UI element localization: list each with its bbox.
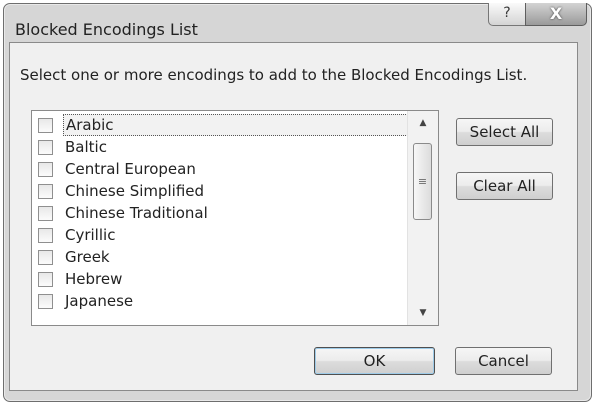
encoding-label: Cyrillic xyxy=(65,226,116,244)
encoding-item-central-european[interactable]: Central European xyxy=(36,158,406,180)
encoding-item-cyrillic[interactable]: Cyrillic xyxy=(36,224,406,246)
encoding-checkbox[interactable] xyxy=(38,206,53,221)
clear-all-button[interactable]: Clear All xyxy=(456,172,553,200)
encoding-label: Hebrew xyxy=(65,270,123,288)
ok-button[interactable]: OK xyxy=(314,347,435,375)
select-all-button[interactable]: Select All xyxy=(456,118,553,146)
dialog-title: Blocked Encodings List xyxy=(15,20,198,39)
encoding-checkbox[interactable] xyxy=(38,140,53,155)
cancel-button[interactable]: Cancel xyxy=(455,347,552,375)
encoding-checkbox[interactable] xyxy=(38,184,53,199)
encoding-item-baltic[interactable]: Baltic xyxy=(36,136,406,158)
encoding-label: Baltic xyxy=(65,138,107,156)
title-bar: Blocked Encodings List ? X xyxy=(4,3,591,46)
encoding-label: Japanese xyxy=(65,292,134,310)
help-icon: ? xyxy=(503,5,511,21)
encoding-label: Arabic xyxy=(63,114,410,136)
close-button[interactable]: X xyxy=(525,3,587,26)
encoding-label: Greek xyxy=(65,248,110,266)
encoding-label: Central European xyxy=(65,160,196,178)
encoding-checkbox[interactable] xyxy=(38,250,53,265)
encodings-listbox[interactable]: Arabic Baltic Central European Chinese S… xyxy=(31,110,439,326)
encoding-item-chinese-traditional[interactable]: Chinese Traditional xyxy=(36,202,406,224)
encoding-item-hebrew[interactable]: Hebrew xyxy=(36,268,406,290)
encoding-label: Chinese Simplified xyxy=(65,182,205,200)
scroll-down-arrow-icon[interactable]: ▼ xyxy=(408,301,438,325)
encoding-item-japanese[interactable]: Japanese xyxy=(36,290,406,312)
grip-icon: ≡ xyxy=(417,175,428,188)
encoding-checkbox[interactable] xyxy=(38,294,53,309)
encoding-checkbox[interactable] xyxy=(38,272,53,287)
instruction-text: Select one or more encodings to add to t… xyxy=(20,66,528,84)
encoding-checkbox[interactable] xyxy=(38,228,53,243)
encoding-checkbox[interactable] xyxy=(38,162,53,177)
list-scrollbar[interactable]: ▲ ≡ ▼ xyxy=(407,111,438,325)
scroll-up-arrow-icon[interactable]: ▲ xyxy=(408,111,438,135)
encoding-label: Chinese Traditional xyxy=(65,204,208,222)
encoding-checkbox[interactable] xyxy=(38,118,53,133)
encoding-item-arabic[interactable]: Arabic xyxy=(36,114,410,136)
encoding-item-chinese-simplified[interactable]: Chinese Simplified xyxy=(36,180,406,202)
help-button[interactable]: ? xyxy=(488,3,526,26)
close-icon: X xyxy=(549,4,563,23)
scroll-thumb[interactable]: ≡ xyxy=(413,143,432,220)
encoding-item-greek[interactable]: Greek xyxy=(36,246,406,268)
